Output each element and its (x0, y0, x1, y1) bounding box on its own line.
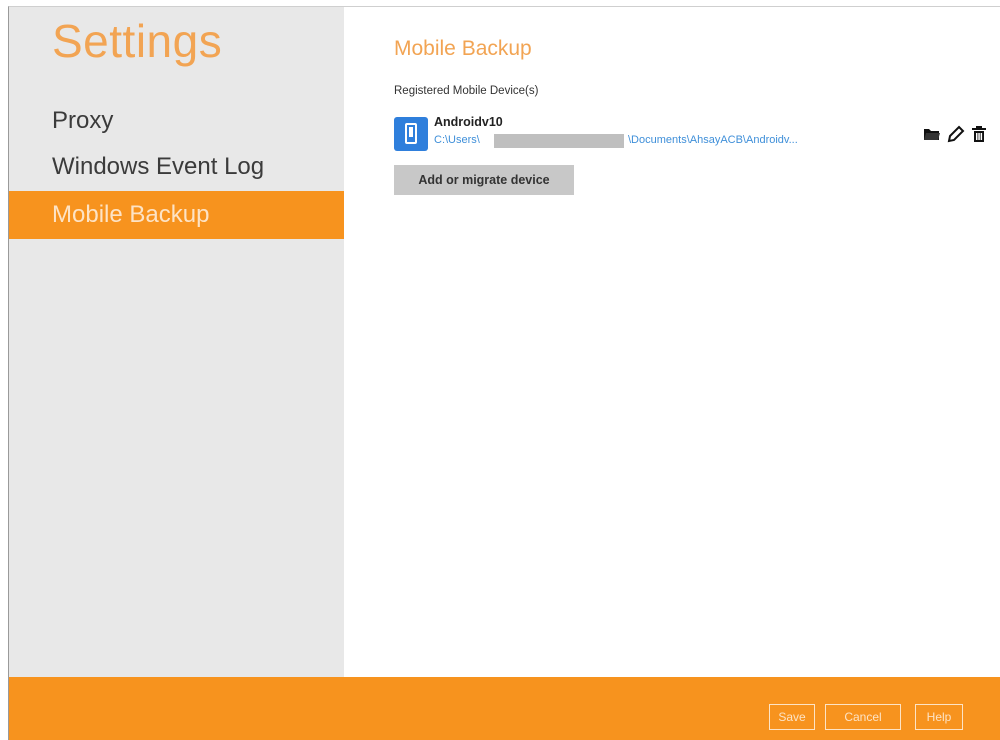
device-path-prefix: C:\Users\ (434, 134, 480, 146)
mobile-phone-icon (394, 117, 428, 151)
device-row: Androidv10 C:\Users\ \Documents\AhsayACB… (394, 115, 986, 151)
help-button[interactable]: Help (915, 704, 963, 730)
save-button[interactable]: Save (769, 704, 815, 730)
page-title: Mobile Backup (394, 37, 532, 60)
device-path-link[interactable]: C:\Users\ \Documents\AhsayACB\Androidv..… (434, 134, 854, 148)
sidebar-item-proxy[interactable]: Proxy (9, 97, 344, 145)
redacted-username (494, 134, 624, 148)
footer-bar: Save Cancel Help (9, 677, 1000, 740)
cancel-button[interactable]: Cancel (825, 704, 901, 730)
settings-window: Settings Proxy Windows Event Log Mobile … (8, 6, 1000, 740)
device-name: Androidv10 (434, 115, 503, 129)
sidebar: Settings Proxy Windows Event Log Mobile … (9, 7, 344, 677)
section-label: Registered Mobile Device(s) (394, 85, 539, 97)
device-path-suffix: \Documents\AhsayACB\Androidv... (628, 134, 798, 146)
add-or-migrate-device-button[interactable]: Add or migrate device (394, 165, 574, 195)
main-panel: Mobile Backup Registered Mobile Device(s… (344, 7, 1000, 677)
sidebar-item-windows-event-log[interactable]: Windows Event Log (9, 143, 344, 191)
edit-icon[interactable] (947, 125, 965, 143)
sidebar-title: Settings (52, 15, 223, 67)
folder-icon[interactable] (923, 125, 941, 143)
trash-icon[interactable] (970, 125, 988, 143)
sidebar-item-mobile-backup[interactable]: Mobile Backup (9, 191, 344, 239)
